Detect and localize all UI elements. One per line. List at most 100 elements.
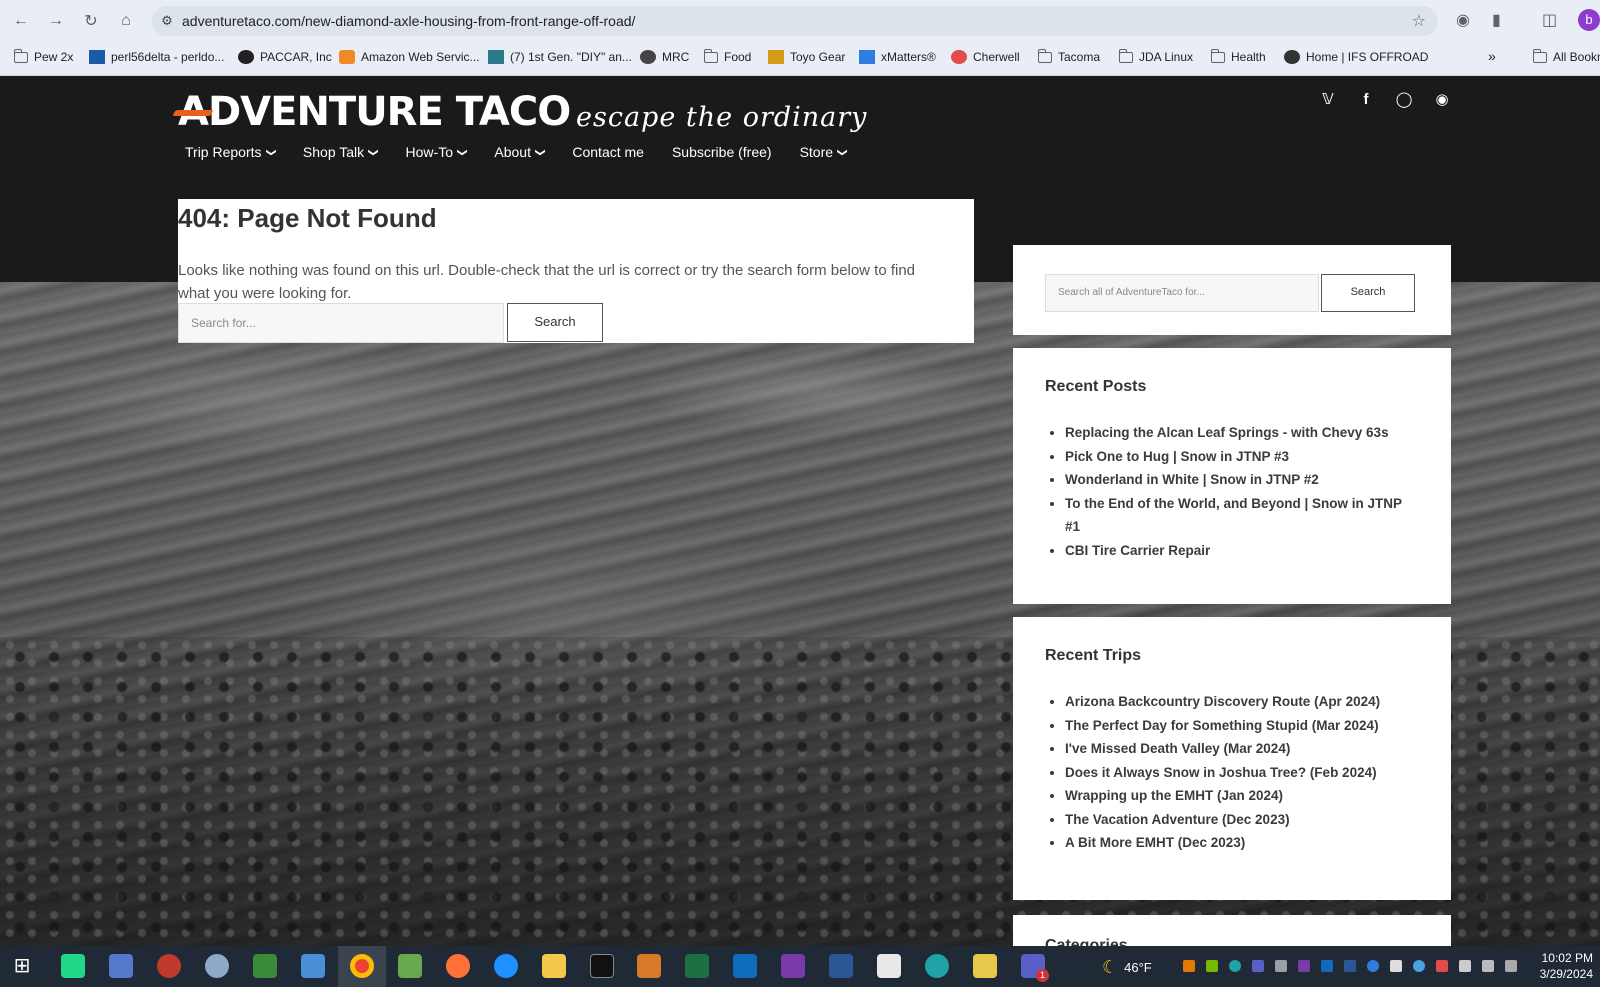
onedrive-icon[interactable] [1413, 960, 1425, 972]
tray-icon[interactable] [1183, 960, 1195, 972]
profile-avatar[interactable]: b [1578, 9, 1600, 31]
recent-trip-link[interactable]: Does it Always Snow in Joshua Tree? (Feb… [1065, 761, 1405, 785]
categories-title: Categories [1045, 937, 1128, 946]
ifs-icon [1284, 50, 1300, 64]
remote-desktop-icon[interactable] [109, 954, 133, 978]
bookmark-item[interactable]: Amazon Web Servic... [339, 50, 480, 64]
app-icon[interactable] [205, 954, 229, 978]
recent-post-link[interactable]: Wonderland in White | Snow in JTNP #2 [1065, 468, 1405, 492]
bookmark-item[interactable]: JDA Linux [1118, 48, 1193, 64]
chrome-icon[interactable] [350, 954, 374, 978]
bookmark-item[interactable]: Food [703, 48, 751, 64]
sidebar-search-input[interactable]: Search all of AdventureTaco for... [1045, 274, 1319, 312]
security-icon[interactable] [1390, 960, 1402, 972]
app-icon[interactable] [973, 954, 997, 978]
volume-icon[interactable] [1505, 960, 1517, 972]
tray-icon[interactable] [1321, 960, 1333, 972]
edge-icon[interactable] [925, 954, 949, 978]
recent-trip-link[interactable]: The Vacation Adventure (Dec 2023) [1065, 808, 1405, 832]
instagram-icon[interactable]: ◯ [1394, 89, 1414, 109]
nav-contact[interactable]: Contact me [572, 144, 658, 160]
tray-icon[interactable] [1344, 960, 1356, 972]
all-bookmarks-item[interactable]: All Bookmarks [1532, 48, 1600, 64]
recent-post-link[interactable]: Pick One to Hug | Snow in JTNP #3 [1065, 445, 1405, 469]
search-input[interactable]: Search for... [178, 303, 504, 343]
incognito-icon[interactable]: ◉ [1456, 10, 1470, 30]
patreon-icon[interactable]: ◉ [1432, 89, 1452, 109]
bookmark-item[interactable]: PACCAR, Inc [238, 50, 332, 64]
pycharm-icon[interactable] [61, 954, 85, 978]
facebook-icon[interactable]: f [1356, 89, 1376, 109]
bookmark-item[interactable]: Home | IFS OFFROAD [1284, 50, 1428, 64]
search-button[interactable]: Search [507, 303, 603, 342]
system-clock[interactable]: 10:02 PM 3/29/2024 [1525, 950, 1593, 982]
back-icon[interactable]: ← [9, 9, 33, 33]
bookmark-item[interactable]: perl56delta - perldo... [89, 50, 224, 64]
word-icon[interactable] [829, 954, 853, 978]
app-icon[interactable] [877, 954, 901, 978]
recent-trip-link[interactable]: I've Missed Death Valley (Mar 2024) [1065, 737, 1405, 761]
bookmark-item[interactable]: Toyo Gear [768, 50, 845, 64]
terminal-icon[interactable] [590, 954, 614, 978]
recent-post-link[interactable]: CBI Tire Carrier Repair [1065, 539, 1405, 563]
onenote-icon[interactable] [781, 954, 805, 978]
internet-explorer-icon[interactable] [494, 954, 518, 978]
home-icon[interactable]: ⌂ [114, 9, 138, 33]
tray-icon[interactable] [1275, 960, 1287, 972]
bookmark-star-icon[interactable]: ☆ [1412, 11, 1426, 31]
more-bookmarks-button[interactable]: » [1488, 48, 1496, 64]
app-icon[interactable] [637, 954, 661, 978]
folder-icon [1037, 48, 1052, 63]
bookmark-item[interactable]: MRC [640, 50, 689, 64]
forward-icon[interactable]: → [44, 9, 68, 33]
recent-post-link[interactable]: To the End of the World, and Beyond | Sn… [1065, 492, 1405, 539]
site-logo[interactable]: ADVENTURE TACO [172, 84, 571, 134]
outlook-icon[interactable] [733, 954, 757, 978]
site-settings-icon[interactable]: ⚙ [152, 13, 182, 29]
extensions-icon[interactable]: ▮ [1492, 10, 1501, 30]
bookmark-item[interactable]: Cherwell [951, 50, 1020, 64]
recent-post-link[interactable]: Replacing the Alcan Leaf Springs - with … [1065, 421, 1405, 445]
bluetooth-icon[interactable] [1367, 960, 1379, 972]
bookmark-item[interactable]: Pew 2x [13, 48, 73, 64]
nav-trip-reports[interactable]: Trip Reports ❯ [185, 144, 289, 160]
nvidia-icon[interactable] [1206, 960, 1218, 972]
nav-shop-talk[interactable]: Shop Talk ❯ [303, 144, 392, 160]
battery-icon[interactable] [1459, 960, 1471, 972]
tray-icon[interactable] [1436, 960, 1448, 972]
tray-icon[interactable] [1229, 960, 1241, 972]
network-icon[interactable] [1482, 960, 1494, 972]
side-panel-icon[interactable]: ◫ [1542, 10, 1557, 30]
twitter-icon[interactable]: 𝕍 [1318, 89, 1338, 109]
url-text[interactable]: adventuretaco.com/new-diamond-axle-housi… [182, 13, 635, 29]
app-icon[interactable] [301, 954, 325, 978]
address-bar[interactable]: ⚙ adventuretaco.com/new-diamond-axle-hou… [152, 6, 1438, 36]
app-icon[interactable] [157, 954, 181, 978]
app-icon[interactable] [398, 954, 422, 978]
firefox-icon[interactable] [446, 954, 470, 978]
nav-subscribe[interactable]: Subscribe (free) [672, 144, 786, 160]
recent-posts-title: Recent Posts [1045, 378, 1147, 395]
reload-icon[interactable]: ↻ [79, 9, 103, 33]
recent-trip-link[interactable]: A Bit More EMHT (Dec 2023) [1065, 831, 1405, 855]
file-explorer-icon[interactable] [542, 954, 566, 978]
nav-store[interactable]: Store ❯ [800, 144, 861, 160]
recent-trip-link[interactable]: Arizona Backcountry Discovery Route (Apr… [1065, 690, 1405, 714]
bookmark-item[interactable]: Health [1210, 48, 1266, 64]
weather-widget[interactable]: ☾ 46°F [1102, 957, 1152, 978]
excel-icon[interactable] [685, 954, 709, 978]
bookmark-item[interactable]: Tacoma [1037, 48, 1100, 64]
teams-icon[interactable]: 1 [1021, 954, 1049, 982]
recent-trip-link[interactable]: The Perfect Day for Something Stupid (Ma… [1065, 714, 1405, 738]
tray-icon[interactable] [1298, 960, 1310, 972]
vim-icon[interactable] [253, 954, 277, 978]
nav-about[interactable]: About ❯ [494, 144, 558, 160]
sidebar-search-button[interactable]: Search [1321, 274, 1415, 312]
tray-icon[interactable] [1252, 960, 1264, 972]
nav-how-to[interactable]: How-To ❯ [406, 144, 481, 160]
bookmark-item[interactable]: xMatters® [859, 50, 936, 64]
recent-trip-link[interactable]: Wrapping up the EMHT (Jan 2024) [1065, 784, 1405, 808]
bookmark-item[interactable]: (7) 1st Gen. "DIY" an... [488, 50, 632, 64]
main-nav: Trip Reports ❯ Shop Talk ❯ How-To ❯ About ❯ … [185, 144, 874, 160]
windows-start-icon[interactable]: ⊞ [10, 954, 34, 978]
